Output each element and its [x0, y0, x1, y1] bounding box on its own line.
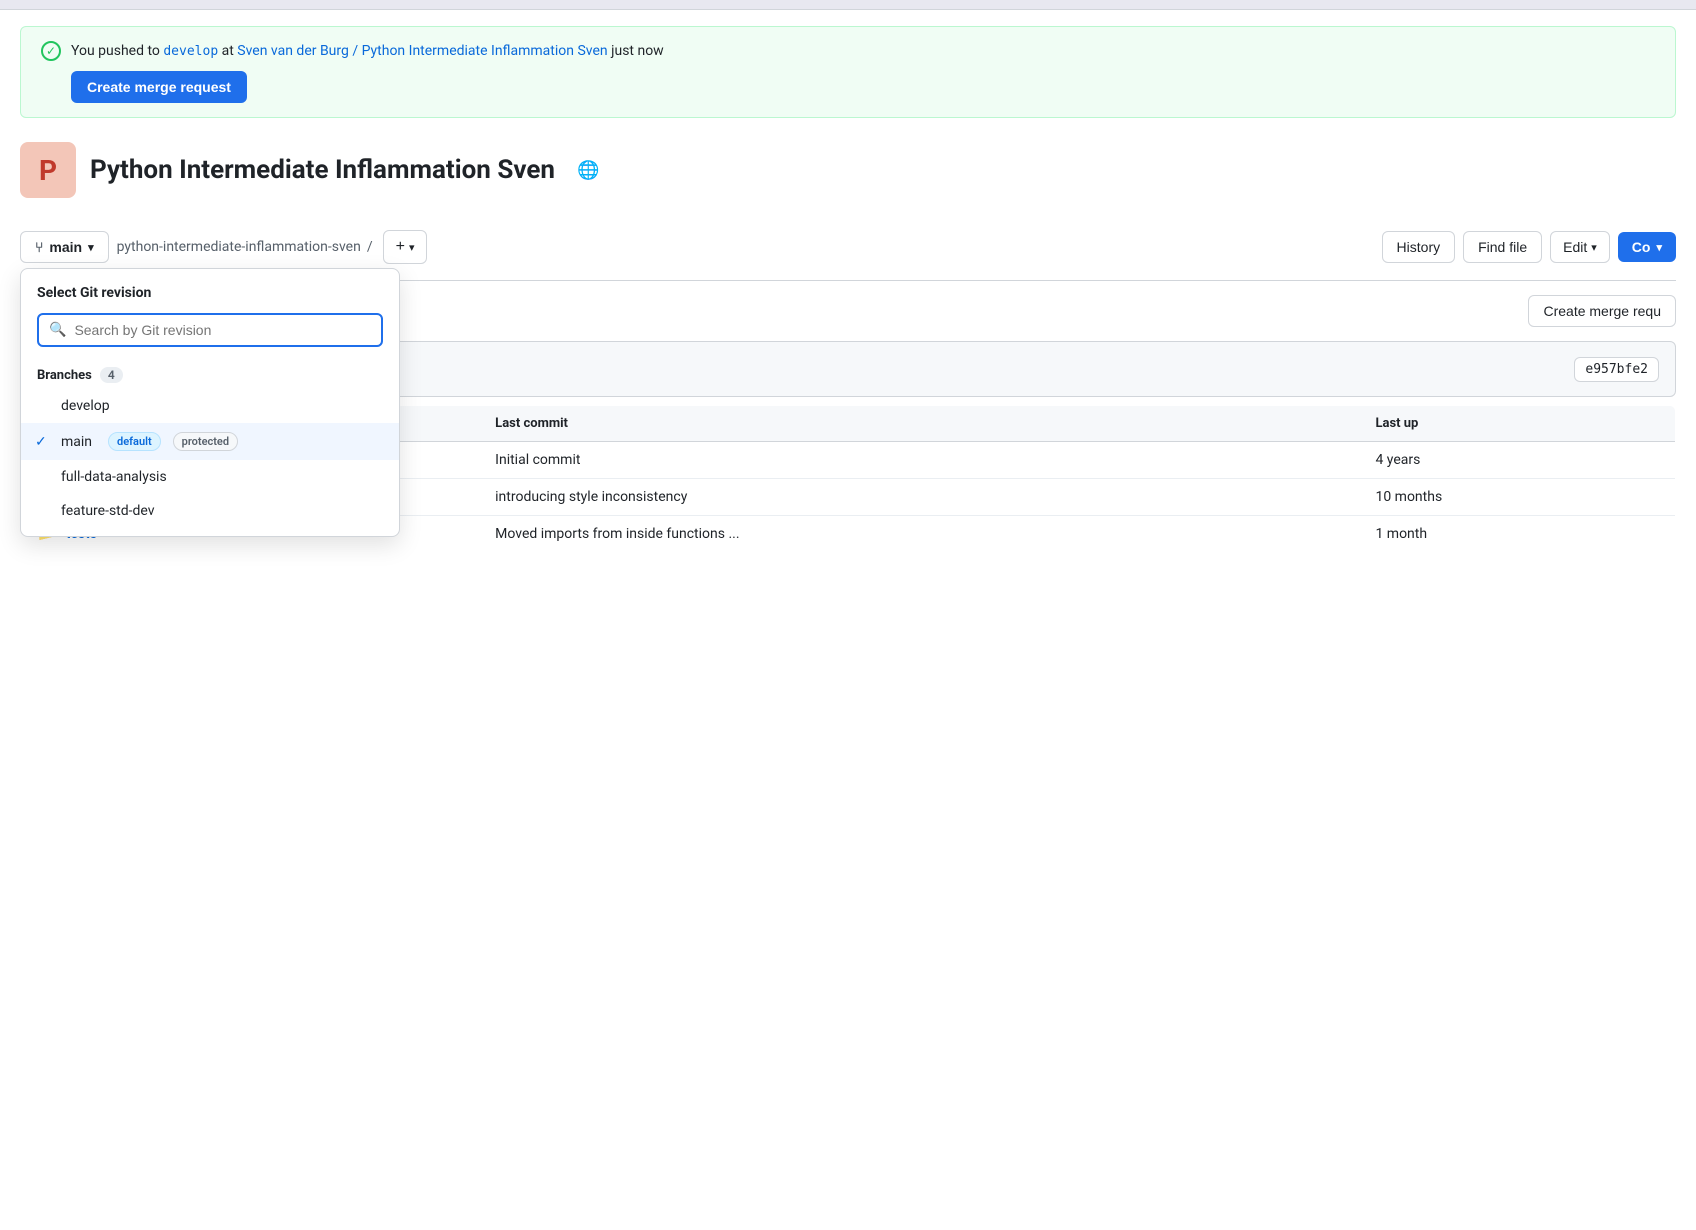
branch-name-full-data-analysis: full-data-analysis	[61, 469, 167, 485]
success-icon: ✓	[41, 41, 61, 61]
repo-title: Python Intermediate Inflammation Sven	[90, 155, 555, 185]
branches-header: Branches 4	[21, 359, 399, 389]
edit-button[interactable]: Edit ▾	[1550, 231, 1610, 263]
edit-label: Edit	[1563, 239, 1587, 255]
branch-selector-button[interactable]: ⑂ main ▾	[20, 231, 109, 263]
create-merge-request-button[interactable]: Create merge request	[71, 71, 247, 103]
branches-count: 4	[100, 367, 123, 383]
search-input[interactable]	[74, 322, 371, 338]
plus-icon: +	[396, 238, 405, 256]
branches-label: Branches	[37, 368, 92, 383]
repo-path: python-intermediate-inflammation-sven	[117, 239, 361, 255]
add-file-button[interactable]: + ▾	[383, 230, 428, 264]
git-branch-icon: ⑂	[35, 239, 43, 255]
search-icon: 🔍	[49, 322, 66, 338]
time-data: 4 years	[1359, 442, 1675, 479]
commit-sha[interactable]: e957bfe2	[1574, 357, 1659, 382]
badge-default: default	[108, 432, 161, 451]
add-file-chevron-icon: ▾	[409, 241, 415, 254]
clone-label: Co	[1632, 239, 1651, 255]
time-tests: 1 month	[1359, 516, 1675, 553]
edit-chevron-icon: ▾	[1591, 241, 1597, 254]
branch-name-feature-std-dev: feature-std-dev	[61, 503, 155, 519]
branch-name: main	[49, 239, 82, 255]
clone-chevron-icon: ▾	[1656, 241, 1662, 254]
globe-icon: 🌐	[577, 160, 599, 181]
commit-tests: Moved imports from inside functions ...	[479, 516, 1359, 553]
push-text: You pushed to develop at Sven van der Bu…	[71, 43, 664, 59]
check-mark-develop	[35, 398, 53, 414]
badge-protected: protected	[173, 432, 238, 451]
check-mark-main: ✓	[35, 434, 53, 450]
time-inflammation: 10 months	[1359, 479, 1675, 516]
check-mark-feature-std-dev	[35, 503, 53, 519]
find-file-button[interactable]: Find file	[1463, 231, 1542, 263]
branch-item-develop[interactable]: develop	[21, 389, 399, 423]
repo-avatar: P	[20, 142, 76, 198]
commit-inflammation: introducing style inconsistency	[479, 479, 1359, 516]
search-box[interactable]: 🔍	[37, 313, 383, 347]
create-merge-request-small-button[interactable]: Create merge requ	[1528, 295, 1676, 327]
col-last-commit: Last commit	[479, 406, 1359, 442]
clone-button[interactable]: Co ▾	[1618, 232, 1676, 262]
path-display: python-intermediate-inflammation-sven /	[117, 239, 375, 255]
branch-dropdown-panel: Select Git revision 🔍 Branches 4 develop…	[20, 268, 400, 537]
push-branch: develop	[163, 44, 218, 59]
col-last-update: Last up	[1359, 406, 1675, 442]
commit-data: Initial commit	[479, 442, 1359, 479]
repo-header: P Python Intermediate Inflammation Sven …	[20, 118, 1676, 218]
branch-name-main: main	[61, 434, 92, 450]
toolbar-row: ⑂ main ▾ python-intermediate-inflammatio…	[20, 218, 1676, 264]
branch-item-full-data-analysis[interactable]: full-data-analysis	[21, 460, 399, 494]
chevron-down-icon: ▾	[88, 241, 94, 254]
check-mark-full-data-analysis	[35, 469, 53, 485]
push-notification: ✓ You pushed to develop at Sven van der …	[20, 26, 1676, 118]
history-button[interactable]: History	[1382, 231, 1456, 263]
dropdown-title: Select Git revision	[21, 285, 399, 313]
branch-name-develop: develop	[61, 398, 110, 414]
branch-item-main[interactable]: ✓ main default protected	[21, 423, 399, 460]
branch-item-feature-std-dev[interactable]: feature-std-dev	[21, 494, 399, 528]
path-separator: /	[367, 239, 373, 255]
push-repo-link[interactable]: Sven van der Burg / Python Intermediate …	[237, 43, 607, 59]
